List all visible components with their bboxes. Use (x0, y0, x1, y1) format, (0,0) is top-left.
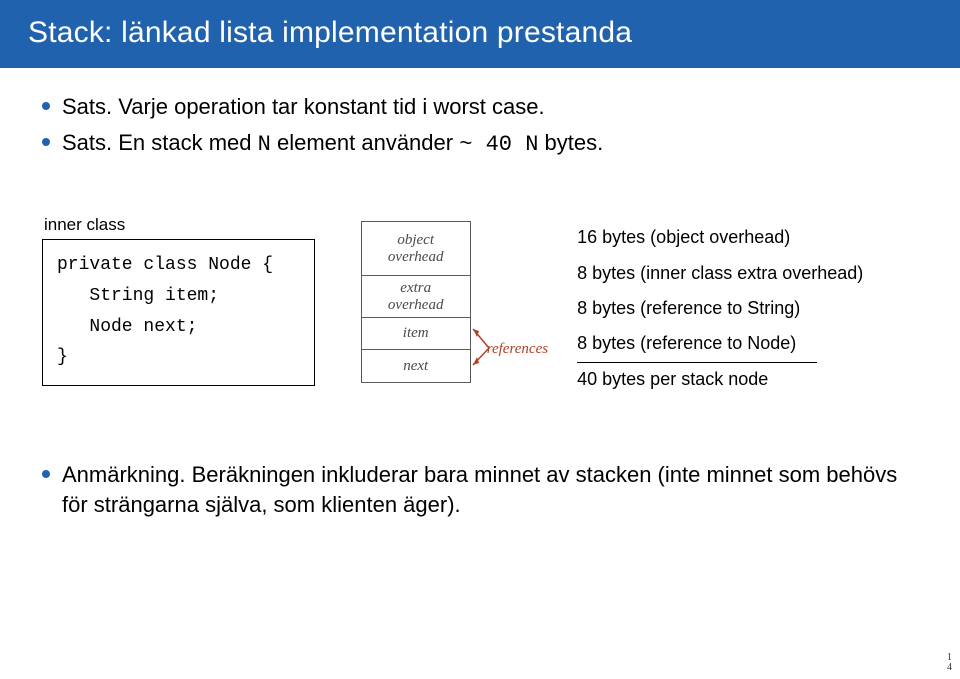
code-line-3: Node next; (57, 317, 197, 337)
references-label: references (487, 341, 548, 358)
page-number: 1 4 (947, 653, 952, 673)
mem-line-2: 8 bytes (inner class extra overhead) (577, 261, 918, 286)
sum-divider (577, 362, 817, 363)
inner-class-label: inner class (44, 215, 315, 235)
bullet-1-prefix: Sats. (62, 94, 112, 119)
cell-extra-overhead: extra overhead (362, 276, 470, 318)
bullet-2-N1: N (258, 132, 271, 157)
bullet-1: Sats. Varje operation tar konstant tid i… (42, 92, 918, 122)
main-bullets: Sats. Varje operation tar konstant tid i… (42, 92, 918, 159)
bullet-2-text-c: bytes. (538, 130, 603, 155)
memory-breakdown: 16 bytes (object overhead) 8 bytes (inne… (577, 215, 918, 402)
mem-line-1: 16 bytes (object overhead) (577, 225, 918, 250)
bullet-dot-icon (42, 102, 50, 110)
slide-content: Sats. Varje operation tar konstant tid i… (0, 68, 960, 520)
footer-text: Beräkningen inkluderar bara minnet av st… (62, 462, 897, 517)
bullet-2-text-b: element använder (271, 130, 459, 155)
cell-next: next (362, 350, 470, 382)
footer-bullet: Anmärkning. Beräkningen inkluderar bara … (42, 460, 918, 519)
bullet-dot-icon (42, 138, 50, 146)
slide-title-bar: Stack: länkad lista implementation prest… (0, 0, 960, 68)
bullet-2-tilde: ~ 40 N (459, 132, 538, 157)
bullet-1-text: Varje operation tar konstant tid i worst… (112, 94, 544, 119)
mem-total: 40 bytes per stack node (577, 367, 918, 392)
slide-title: Stack: länkad lista implementation prest… (28, 16, 632, 49)
middle-row: inner class private class Node { String … (42, 215, 918, 402)
memory-stack-boxes: object overhead extra overhead item next (361, 221, 471, 383)
code-line-1: private class Node { (57, 255, 273, 275)
mem-line-3: 8 bytes (reference to String) (577, 296, 918, 321)
cell-item: item (362, 318, 470, 350)
code-column: inner class private class Node { String … (42, 215, 315, 385)
memory-diagram: object overhead extra overhead item next… (361, 215, 531, 383)
page-number-bottom: 4 (947, 662, 952, 673)
bullet-2-text-a: En stack med (112, 130, 258, 155)
bullet-dot-icon (42, 470, 50, 478)
cell-object-overhead: object overhead (362, 222, 470, 276)
footer-bullets: Anmärkning. Beräkningen inkluderar bara … (42, 460, 918, 519)
bullet-2-prefix: Sats. (62, 130, 112, 155)
bullet-2: Sats. En stack med N element använder ~ … (42, 128, 918, 160)
mem-line-4: 8 bytes (reference to Node) (577, 331, 918, 356)
code-line-4: } (57, 347, 68, 367)
footer-prefix: Anmärkning. (62, 462, 186, 487)
code-box: private class Node { String item; Node n… (42, 239, 315, 385)
code-line-2: String item; (57, 286, 219, 306)
